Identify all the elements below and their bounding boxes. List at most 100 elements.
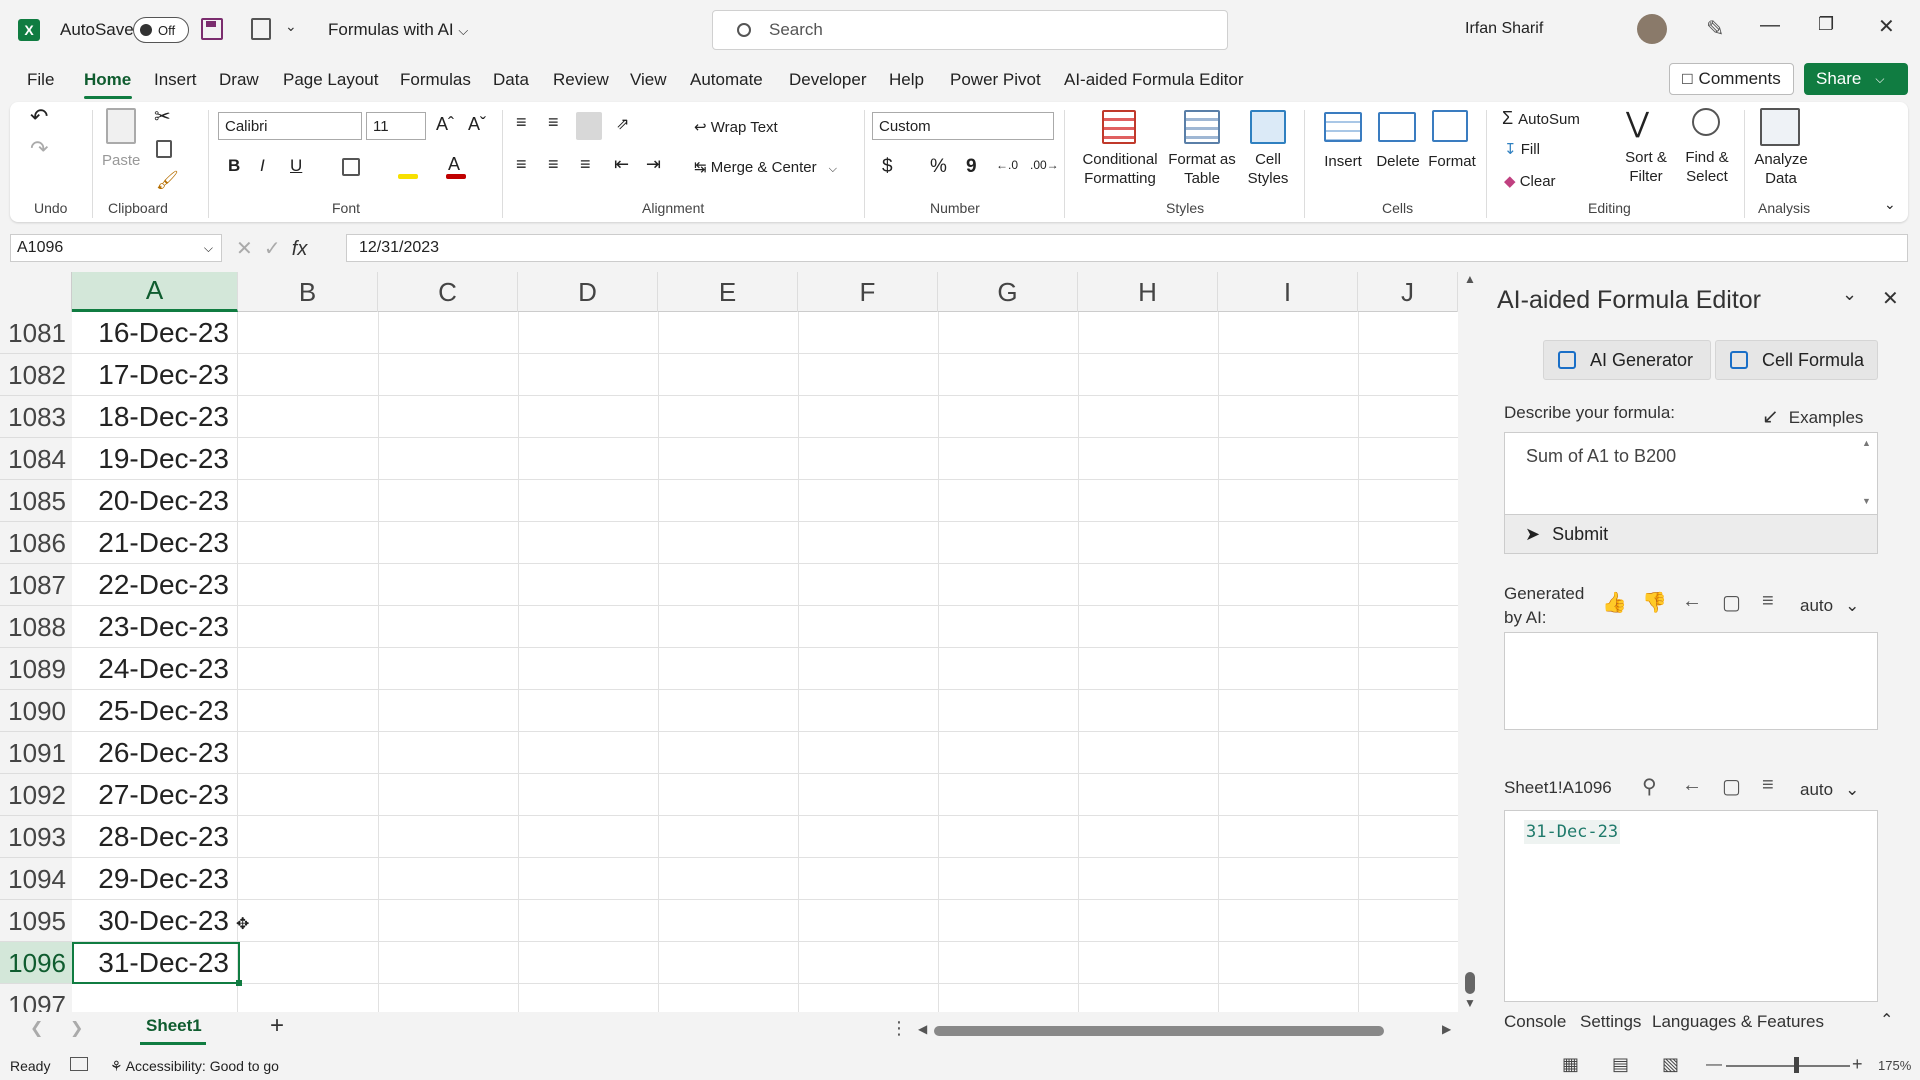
autosave-toggle[interactable]: Off — [133, 17, 189, 43]
decrease-decimal-icon[interactable]: .00→ — [1030, 158, 1059, 172]
cell-a[interactable]: 28-Dec-23 — [72, 816, 238, 858]
font-size-select[interactable]: 11 — [366, 112, 426, 140]
cell-a[interactable]: 25-Dec-23 — [72, 690, 238, 732]
tab-automate[interactable]: Automate — [690, 70, 763, 90]
wrap-text-button[interactable]: ↩ Wrap Text — [694, 118, 778, 136]
align-center-icon[interactable]: ≡ — [548, 154, 559, 175]
generated-formula-output[interactable] — [1504, 632, 1878, 730]
row-header[interactable]: 1085 — [0, 480, 72, 522]
name-box[interactable]: A1096 ⌵ — [10, 234, 222, 262]
thumbs-down-icon[interactable]: 👎 — [1642, 590, 1667, 615]
increase-indent-icon[interactable]: ⇥ — [646, 154, 661, 175]
customize-toolbar-chevron-icon[interactable]: ⌄ — [285, 18, 297, 35]
format-lines-icon[interactable]: ≡ — [1762, 774, 1774, 797]
cell-a[interactable]: 30-Dec-23 — [72, 900, 238, 942]
format-button[interactable]: Format — [1424, 152, 1480, 171]
row-header[interactable]: 1082 — [0, 354, 72, 396]
align-bottom-icon[interactable] — [576, 112, 602, 140]
row-header[interactable]: 1081 — [0, 312, 72, 354]
column-header-c[interactable]: C — [378, 272, 518, 312]
zoom-in-icon[interactable]: + — [1852, 1054, 1863, 1075]
insert-function-icon[interactable]: fx — [292, 238, 308, 260]
number-format-select[interactable]: Custom — [872, 112, 1054, 140]
analyze-data-button[interactable]: Analyze Data — [1748, 150, 1814, 188]
cell-a[interactable]: 16-Dec-23 — [72, 312, 238, 354]
textarea-scroll-up-icon[interactable]: ▲ — [1862, 438, 1871, 448]
enter-icon[interactable]: ✓ — [264, 238, 281, 260]
cell-a[interactable]: 24-Dec-23 — [72, 648, 238, 690]
normal-view-icon[interactable]: ▦ — [1562, 1054, 1579, 1075]
format-as-table-button[interactable]: Format as Table — [1164, 150, 1240, 188]
row-header[interactable]: 1084 — [0, 438, 72, 480]
redo-icon[interactable]: ↷ — [30, 136, 48, 162]
back-arrow-icon[interactable]: ← — [1682, 774, 1702, 797]
cell-formula-auto-select[interactable]: auto ⌄ — [1800, 780, 1859, 800]
column-header-i[interactable]: I — [1218, 272, 1358, 312]
select-all-corner[interactable] — [0, 272, 72, 312]
formula-input[interactable]: 12/31/2023 — [346, 234, 1908, 262]
tab-page-layout[interactable]: Page Layout — [283, 70, 378, 90]
row-header[interactable]: 1083 — [0, 396, 72, 438]
sheet-tab-sheet1[interactable]: Sheet1 — [146, 1016, 202, 1036]
cut-icon[interactable]: ✂ — [154, 104, 171, 129]
cell-a[interactable]: 22-Dec-23 — [72, 564, 238, 606]
row-header[interactable]: 1094 — [0, 858, 72, 900]
row-header[interactable]: 1095 — [0, 900, 72, 942]
row-header[interactable]: 1090 — [0, 690, 72, 732]
cell-styles-button[interactable]: Cell Styles — [1240, 150, 1296, 188]
italic-button[interactable]: I — [260, 156, 265, 176]
column-header-b[interactable]: B — [238, 272, 378, 312]
macro-record-icon[interactable] — [70, 1057, 88, 1071]
zoom-slider[interactable] — [1726, 1065, 1850, 1067]
panel-tab-console[interactable]: Console — [1504, 1012, 1566, 1032]
paste-button[interactable]: Paste — [102, 152, 140, 169]
tab-developer[interactable]: Developer — [789, 70, 867, 90]
row-header[interactable]: 1089 — [0, 648, 72, 690]
scroll-right-icon[interactable]: ▶ — [1442, 1022, 1451, 1036]
tab-draw[interactable]: Draw — [219, 70, 259, 90]
avatar[interactable] — [1637, 14, 1667, 44]
cell-a[interactable]: 27-Dec-23 — [72, 774, 238, 816]
panel-options-chevron-icon[interactable]: ⌄ — [1842, 284, 1857, 305]
document-title[interactable]: Formulas with AI ⌵ — [328, 20, 468, 40]
vertical-scrollbar[interactable] — [1460, 272, 1480, 1012]
find-select-button[interactable]: Find & Select — [1676, 148, 1738, 186]
conditional-formatting-button[interactable]: Conditional Formatting — [1078, 150, 1162, 188]
column-header-h[interactable]: H — [1078, 272, 1218, 312]
close-icon[interactable]: ✕ — [1878, 14, 1895, 39]
accessibility-status[interactable]: ⚘ Accessibility: Good to go — [110, 1058, 279, 1075]
font-name-select[interactable]: Calibri — [218, 112, 362, 140]
scroll-up-icon[interactable]: ▲ — [1464, 272, 1476, 286]
decrease-font-icon[interactable]: Aˇ — [468, 114, 486, 135]
add-sheet-button[interactable]: + — [270, 1012, 284, 1040]
zoom-out-icon[interactable]: — — [1706, 1056, 1722, 1074]
user-name[interactable]: Irfan Sharif — [1465, 20, 1543, 38]
row-header[interactable]: 1093 — [0, 816, 72, 858]
fill-color-icon[interactable] — [398, 174, 418, 179]
scroll-left-icon[interactable]: ◀ — [918, 1022, 927, 1036]
fill-button[interactable]: ↧ Fill — [1504, 140, 1540, 158]
sort-filter-button[interactable]: Sort & Filter — [1616, 148, 1676, 186]
collapse-ribbon-icon[interactable]: ⌄ — [1884, 196, 1896, 213]
percent-button[interactable]: % — [930, 156, 947, 178]
tab-home[interactable]: Home — [84, 70, 131, 90]
cell-a[interactable]: 29-Dec-23 — [72, 858, 238, 900]
orientation-icon[interactable]: ⇗ — [616, 114, 629, 134]
pin-icon[interactable]: ⚲ — [1642, 774, 1657, 799]
cancel-icon[interactable]: ✕ — [236, 238, 253, 260]
column-header-e[interactable]: E — [658, 272, 798, 312]
cell-a[interactable]: 20-Dec-23 — [72, 480, 238, 522]
merge-center-button[interactable]: ↹ Merge & Center ⌵ — [694, 158, 837, 176]
tab-view[interactable]: View — [630, 70, 667, 90]
column-header-g[interactable]: G — [938, 272, 1078, 312]
align-middle-icon[interactable]: ≡ — [548, 112, 559, 133]
zoom-slider-thumb[interactable] — [1794, 1057, 1799, 1073]
cell-a[interactable]: 26-Dec-23 — [72, 732, 238, 774]
thumbs-up-icon[interactable]: 👍 — [1602, 590, 1627, 615]
tab-power-pivot[interactable]: Power Pivot — [950, 70, 1041, 90]
align-left-icon[interactable]: ≡ — [516, 154, 527, 175]
tab-formulas[interactable]: Formulas — [400, 70, 471, 90]
delete-button[interactable]: Delete — [1372, 152, 1424, 171]
submit-button[interactable]: ➤ Submit — [1504, 514, 1878, 554]
column-header-f[interactable]: F — [798, 272, 938, 312]
